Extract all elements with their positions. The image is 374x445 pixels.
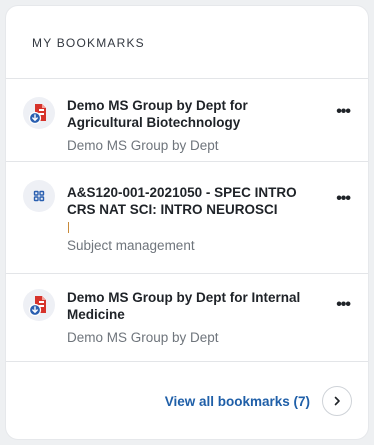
bookmark-subtitle: Subject management xyxy=(67,238,195,253)
view-all-bookmarks-link[interactable]: View all bookmarks (7) xyxy=(165,394,310,409)
bookmark-title[interactable]: Demo MS Group by Dept for Agricultural B… xyxy=(67,97,318,131)
more-options-button[interactable]: ••• xyxy=(336,103,351,121)
card-footer: View all bookmarks (7) xyxy=(6,362,368,437)
next-button[interactable] xyxy=(322,386,352,416)
bookmark-item[interactable]: A&S120-001-2021050 - SPEC INTRO CRS NAT … xyxy=(6,162,368,274)
more-options-button[interactable]: ••• xyxy=(336,190,351,208)
grid-icon xyxy=(23,180,55,212)
bookmark-item[interactable]: Demo MS Group by Dept for Agricultural B… xyxy=(6,79,368,162)
card-title: MY BOOKMARKS xyxy=(6,6,368,79)
bookmark-item[interactable]: Demo MS Group by Dept for Internal Medic… xyxy=(6,274,368,362)
bookmark-title[interactable]: Demo MS Group by Dept for Internal Medic… xyxy=(67,289,318,323)
bookmark-subtitle: Demo MS Group by Dept xyxy=(67,138,219,153)
bookmark-subtitle: Demo MS Group by Dept xyxy=(67,330,219,345)
bookmarks-card: MY BOOKMARKS Demo MS Group by Dept for A… xyxy=(6,6,368,439)
more-options-button[interactable]: ••• xyxy=(336,296,351,314)
chevron-right-icon xyxy=(334,396,340,406)
document-download-icon xyxy=(23,97,55,129)
bookmark-title[interactable]: A&S120-001-2021050 - SPEC INTRO CRS NAT … xyxy=(67,184,318,218)
text-cursor xyxy=(68,222,69,233)
document-download-icon xyxy=(23,289,55,321)
